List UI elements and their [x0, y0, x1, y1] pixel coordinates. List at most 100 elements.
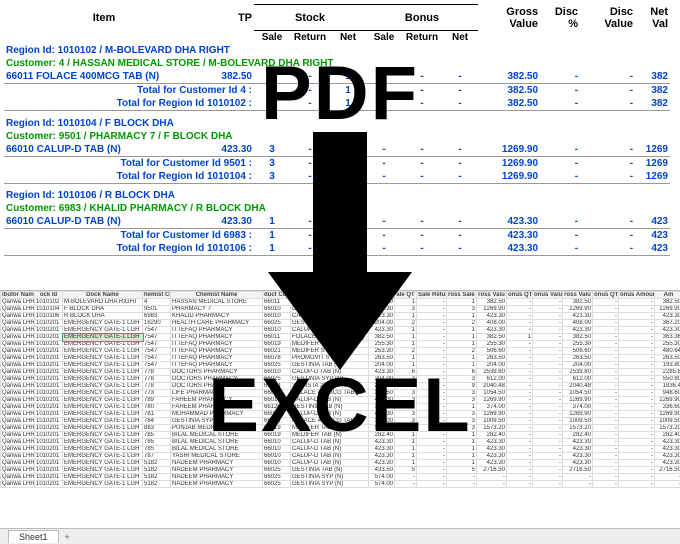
excel-cell[interactable]: - — [417, 348, 447, 355]
excel-cell[interactable]: YASIR MEDICAL STORE — [171, 453, 263, 460]
excel-cell[interactable]: - — [507, 446, 533, 453]
excel-cell[interactable]: 423.30 — [563, 439, 593, 446]
excel-cell[interactable]: 423.30 — [655, 453, 680, 460]
excel-cell[interactable]: 1 — [395, 355, 417, 362]
excel-cell[interactable]: 2716.50 — [477, 467, 507, 474]
excel-cell[interactable]: - — [417, 460, 447, 467]
excel-cell[interactable]: 1269.90 — [655, 411, 680, 418]
excel-cell[interactable]: - — [507, 362, 533, 369]
excel-cell[interactable]: - — [533, 404, 563, 411]
excel-cell[interactable]: 1010201 — [35, 383, 63, 390]
excel-cell[interactable]: GESTINIA SYP (N) — [291, 474, 369, 481]
excel-cell[interactable]: 1 — [447, 362, 477, 369]
excel-cell[interactable]: 7547 — [143, 348, 171, 355]
excel-cell[interactable]: PROMOVIT SYP (N) — [291, 355, 369, 362]
excel-row[interactable]: Qanwa LHR1010201EMERGENCY GATE-1 LGH789F… — [1, 397, 680, 404]
excel-cell[interactable]: 374.00 — [563, 404, 593, 411]
excel-cell[interactable]: ITTEFAQ PHARMACY — [171, 341, 263, 348]
excel-cell[interactable]: 3 — [447, 306, 477, 313]
excel-cell[interactable]: 1010201 — [35, 418, 63, 425]
excel-cell[interactable]: 423.30 — [563, 313, 593, 320]
excel-header[interactable]: ibutor Nam — [1, 292, 35, 299]
excel-cell[interactable]: - — [417, 467, 447, 474]
excel-cell[interactable]: 66019 — [263, 341, 291, 348]
excel-header[interactable]: TP — [369, 292, 395, 299]
excel-cell[interactable]: - — [417, 474, 447, 481]
excel-cell[interactable]: Qanwa LHR — [1, 348, 35, 355]
excel-cell[interactable]: - — [507, 376, 533, 383]
excel-cell[interactable]: 204.00 — [477, 362, 507, 369]
excel-cell[interactable]: - — [507, 348, 533, 355]
excel-cell[interactable]: - — [507, 418, 533, 425]
excel-cell[interactable]: - — [593, 334, 619, 341]
excel-cell[interactable]: EMERGENCY GATE-1 LGH — [63, 474, 143, 481]
excel-cell[interactable]: CALUP-D TAB (N) — [291, 439, 369, 446]
excel-cell[interactable]: 5182 — [143, 460, 171, 467]
excel-cell[interactable]: - — [593, 299, 619, 306]
excel-cell[interactable]: - — [593, 446, 619, 453]
excel-cell[interactable]: MEDIFER TAB (N) — [291, 425, 369, 432]
excel-cell[interactable]: - — [593, 418, 619, 425]
excel-cell[interactable]: - — [507, 432, 533, 439]
excel-row[interactable]: Qanwa LHR1010201EMERGENCY GATE-1 LGH773L… — [1, 390, 680, 397]
excel-cell[interactable]: 423.30 — [477, 313, 507, 320]
excel-cell[interactable]: - — [533, 481, 563, 488]
excel-header[interactable]: Am — [655, 292, 680, 299]
excel-cell[interactable]: 1269.90 — [655, 397, 680, 404]
excel-cell[interactable]: EMERGENCY GATE-1 LGH — [63, 453, 143, 460]
excel-cell[interactable]: - — [533, 348, 563, 355]
excel-cell[interactable]: 382.50 — [563, 334, 593, 341]
excel-header[interactable]: onus QT — [593, 292, 619, 299]
excel-cell[interactable]: - — [593, 369, 619, 376]
excel-cell[interactable]: 1 — [395, 341, 417, 348]
excel-row[interactable]: Qanwa LHR1010201EMERGENCY GATE-1 LGH883P… — [1, 425, 680, 432]
excel-cell[interactable]: HEALTH CARE PHARMACY — [171, 320, 263, 327]
excel-cell[interactable]: Qanwa LHR — [1, 369, 35, 376]
excel-cell[interactable]: - — [533, 453, 563, 460]
excel-cell[interactable]: 382.50 — [369, 390, 395, 397]
excel-cell[interactable]: 773 — [143, 390, 171, 397]
excel-cell[interactable]: - — [533, 313, 563, 320]
excel-cell[interactable]: - — [533, 341, 563, 348]
excel-cell[interactable]: 6 — [447, 369, 477, 376]
excel-cell[interactable]: - — [619, 313, 655, 320]
excel-cell[interactable]: 423.30 — [655, 313, 680, 320]
excel-cell[interactable]: 1 — [507, 334, 533, 341]
excel-cell[interactable]: Qanwa LHR — [1, 474, 35, 481]
excel-cell[interactable]: - — [417, 425, 447, 432]
excel-cell[interactable]: - — [507, 404, 533, 411]
excel-cell[interactable]: 66019 — [263, 432, 291, 439]
excel-cell[interactable]: 3 — [395, 306, 417, 313]
excel-cell[interactable]: - — [619, 481, 655, 488]
excel-cell[interactable]: 408.00 — [563, 320, 593, 327]
excel-cell[interactable]: - — [417, 432, 447, 439]
excel-cell[interactable]: 1009.50 — [563, 418, 593, 425]
excel-cell[interactable]: 423.30 — [563, 453, 593, 460]
excel-cell[interactable]: 1 — [447, 299, 477, 306]
excel-cell[interactable]: - — [395, 474, 417, 481]
excel-cell[interactable]: 1010201 — [35, 362, 63, 369]
excel-cell[interactable]: PHARMACY 7 — [171, 306, 263, 313]
excel-header[interactable]: onus QT — [507, 292, 533, 299]
excel-cell[interactable]: 423.30 — [477, 453, 507, 460]
excel-cell[interactable]: - — [417, 411, 447, 418]
excel-cell[interactable]: EMERGENCY GATE-1 LGH — [63, 446, 143, 453]
excel-cell[interactable]: 785 — [143, 432, 171, 439]
excel-cell[interactable]: - — [619, 446, 655, 453]
excel-cell[interactable]: CALUP-D TAB (N) — [291, 369, 369, 376]
excel-cell[interactable]: 1 — [395, 313, 417, 320]
excel-cell[interactable]: - — [593, 467, 619, 474]
excel-cell[interactable]: 66120 — [263, 404, 291, 411]
excel-cell[interactable]: 506.60 — [477, 348, 507, 355]
excel-cell[interactable]: 66010 — [263, 446, 291, 453]
excel-cell[interactable]: - — [507, 383, 533, 390]
excel-cell[interactable]: EMERGENCY GATE-1 LGH — [63, 376, 143, 383]
excel-cell[interactable]: 1269.90 — [655, 306, 680, 313]
excel-cell[interactable]: - — [507, 453, 533, 460]
excel-cell[interactable]: - — [417, 453, 447, 460]
excel-cell[interactable]: 778 — [143, 369, 171, 376]
excel-cell[interactable]: - — [593, 474, 619, 481]
excel-cell[interactable]: - — [563, 481, 593, 488]
excel-cell[interactable]: - — [593, 341, 619, 348]
excel-cell[interactable]: - — [593, 313, 619, 320]
